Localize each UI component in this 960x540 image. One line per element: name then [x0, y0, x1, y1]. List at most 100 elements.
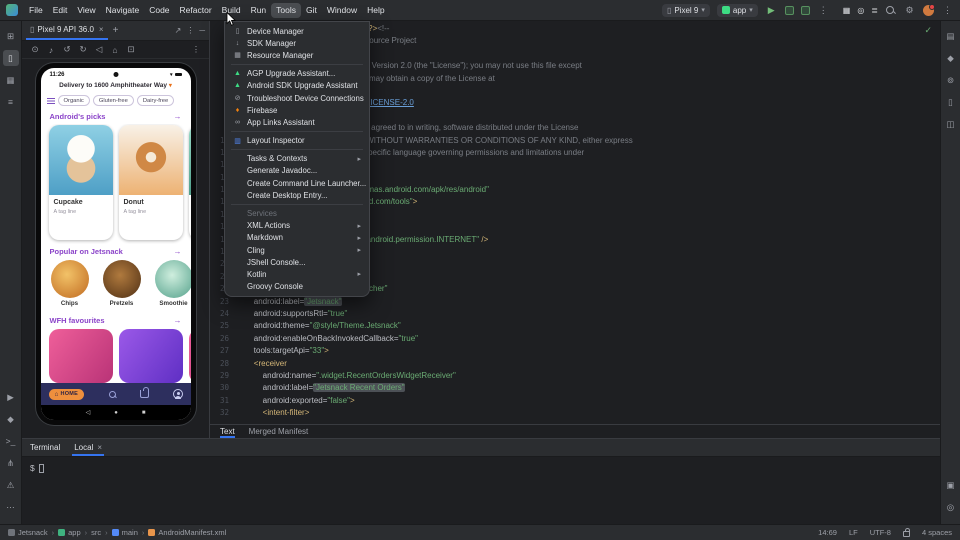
menu-item-app-links-assistant[interactable]: ∞App Links Assistant: [225, 116, 369, 128]
menu-item-generate-javadoc[interactable]: Generate Javadoc...: [225, 165, 369, 177]
nav-search-icon[interactable]: [108, 390, 117, 399]
device-tab-pixel-9[interactable]: ▯ Pixel 9 API 36.0 ×: [26, 21, 108, 40]
menubar-item-refactor[interactable]: Refactor: [175, 3, 217, 18]
kebab-menu-button[interactable]: ⋮: [941, 4, 954, 17]
nav-profile-icon[interactable]: [173, 389, 183, 399]
layout-inspector-strip-icon[interactable]: ▣: [943, 477, 959, 493]
menu-item-device-manager[interactable]: ▯Device Manager: [225, 25, 369, 37]
breadcrumb-item-src[interactable]: src: [91, 528, 101, 537]
run-config-selector[interactable]: app ▾: [717, 4, 758, 17]
menubar-item-edit[interactable]: Edit: [48, 3, 73, 18]
device-selector[interactable]: ▯ Pixel 9 ▾: [662, 4, 710, 17]
editor-tab-text[interactable]: Text: [220, 425, 235, 438]
apply-code-changes-button[interactable]: [801, 6, 810, 15]
app-insights-icon[interactable]: ◎: [943, 499, 959, 515]
search-button[interactable]: [885, 5, 896, 16]
delivery-selector[interactable]: Delivery to 1600 Amphitheater Way ▾: [41, 79, 191, 92]
structure-tool-icon[interactable]: ≡: [3, 94, 19, 110]
code-line[interactable]: 23 android:label="Jetsnack": [210, 296, 940, 308]
run-button[interactable]: ▶: [765, 4, 778, 17]
terminal-tool-icon[interactable]: >_: [3, 433, 19, 449]
code-line[interactable]: 26 android:enableOnBackInvokedCallback="…: [210, 333, 940, 345]
filter-tune-icon[interactable]: [47, 97, 55, 104]
code-line[interactable]: 25 android:theme="@style/Theme.Jetsnack": [210, 320, 940, 332]
menu-item-sdk-manager[interactable]: ↓SDK Manager: [225, 37, 369, 49]
ai-assistant-icon[interactable]: ◆: [943, 50, 959, 66]
arrow-forward-icon[interactable]: →: [174, 247, 182, 256]
menu-item-troubleshoot-device-connections[interactable]: ⊘Troubleshoot Device Connections: [225, 92, 369, 104]
caret-position[interactable]: 14:69: [818, 528, 837, 537]
menubar-item-run[interactable]: Run: [246, 3, 272, 18]
emu-more-icon[interactable]: ⋮: [189, 43, 203, 57]
add-device-tab-button[interactable]: +: [108, 25, 124, 36]
more-run-actions-button[interactable]: ⋮: [817, 4, 830, 17]
snack-card-cupcake[interactable]: CupcakeA tag line: [49, 125, 113, 240]
menu-item-resource-manager[interactable]: ▦Resource Manager: [225, 49, 369, 61]
menu-item-create-command-line-launcher[interactable]: Create Command Line Launcher...: [225, 177, 369, 189]
inspections-ok-icon[interactable]: ✓: [924, 25, 932, 36]
snack-card-donut[interactable]: DonutA tag line: [119, 125, 183, 240]
profiler-button[interactable]: ◎: [857, 6, 864, 15]
terminal-tab-local[interactable]: Local ×: [72, 439, 104, 456]
indent-setting[interactable]: 4 spaces: [922, 528, 952, 537]
menubar-item-file[interactable]: File: [24, 3, 48, 18]
nav-cart-icon[interactable]: [140, 390, 149, 398]
breadcrumb-item-main[interactable]: main: [112, 528, 138, 537]
notifications-icon[interactable]: ▤: [943, 28, 959, 44]
wfh-card[interactable]: [119, 329, 183, 383]
arrow-forward-icon[interactable]: →: [174, 316, 182, 325]
menu-item-cling[interactable]: Cling▸: [225, 244, 369, 256]
gradle-icon[interactable]: ⊚: [943, 72, 959, 88]
popular-item-smoothie[interactable]: Smoothie: [153, 260, 191, 313]
logcat-button[interactable]: ≣: [871, 6, 878, 15]
menubar-item-tools[interactable]: Tools: [271, 3, 301, 18]
project-tool-icon[interactable]: ⊞: [3, 28, 19, 44]
back-nav-icon[interactable]: ◁: [92, 43, 106, 57]
phone-screen[interactable]: 11:26 ▾ Delivery to 1600 Amphitheater Wa…: [41, 68, 191, 420]
code-line[interactable]: 27 tools:targetApi="33">: [210, 345, 940, 357]
close-icon[interactable]: ×: [97, 443, 102, 452]
popout-icon[interactable]: ↗: [175, 26, 182, 35]
menu-item-groovy-console[interactable]: Groovy Console: [225, 281, 369, 293]
menu-item-tasks-contexts[interactable]: Tasks & Contexts▸: [225, 153, 369, 165]
menu-item-layout-inspector[interactable]: ▥Layout Inspector: [225, 135, 369, 147]
menubar-item-view[interactable]: View: [72, 3, 100, 18]
hide-panel-icon[interactable]: ─: [199, 26, 205, 35]
avatar[interactable]: [923, 5, 934, 16]
file-encoding[interactable]: UTF-8: [870, 528, 891, 537]
code-line[interactable]: 30 android:label="Jetsnack Recent Orders…: [210, 382, 940, 394]
recents-nav-icon[interactable]: ■: [142, 410, 146, 416]
back-nav-icon[interactable]: ◁: [86, 409, 91, 416]
editor-tab-merged-manifest[interactable]: Merged Manifest: [249, 425, 309, 438]
resource-manager-tool-icon[interactable]: ▦: [3, 72, 19, 88]
run-tool-icon[interactable]: ▶: [3, 389, 19, 405]
wfh-card[interactable]: [49, 329, 113, 383]
code-line[interactable]: 32 <intent-filter>: [210, 407, 940, 419]
arrow-forward-icon[interactable]: →: [174, 112, 182, 121]
nav-home-button[interactable]: ⌂ HOME: [49, 389, 85, 400]
menubar-item-window[interactable]: Window: [322, 3, 362, 18]
menubar-item-code[interactable]: Code: [144, 3, 174, 18]
breadcrumb-item-app[interactable]: app: [58, 528, 81, 537]
power-icon[interactable]: ⊙: [28, 43, 42, 57]
breadcrumb-item-jetsnack[interactable]: Jetsnack: [8, 528, 48, 537]
code-line[interactable]: 31 android:exported="false">: [210, 395, 940, 407]
code-line[interactable]: 24 android:supportsRtl="true": [210, 308, 940, 320]
volume-icon[interactable]: ♪: [44, 43, 58, 57]
menubar-item-help[interactable]: Help: [362, 3, 389, 18]
menubar-item-navigate[interactable]: Navigate: [101, 3, 145, 18]
rotate-right-icon[interactable]: ↻: [76, 43, 90, 57]
screenshot-icon[interactable]: ⊡: [124, 43, 138, 57]
more-tools-icon[interactable]: ⋯: [3, 499, 19, 515]
device-manager-strip-icon[interactable]: ▯: [943, 94, 959, 110]
home-nav-icon[interactable]: ●: [114, 410, 118, 416]
terminal-output[interactable]: $: [22, 457, 940, 524]
menu-item-xml-actions[interactable]: XML Actions▸: [225, 220, 369, 232]
menu-item-agp-upgrade-assistant[interactable]: ▲AGP Upgrade Assistant...: [225, 68, 369, 80]
layout-inspector-button[interactable]: ▦: [843, 6, 851, 15]
close-icon[interactable]: ×: [99, 25, 104, 34]
problems-tool-icon[interactable]: ⚠: [3, 477, 19, 493]
panel-options-icon[interactable]: ⋮: [186, 26, 194, 35]
menu-item-android-sdk-upgrade-assistant[interactable]: ▲Android SDK Upgrade Assistant: [225, 80, 369, 92]
line-separator[interactable]: LF: [849, 528, 858, 537]
